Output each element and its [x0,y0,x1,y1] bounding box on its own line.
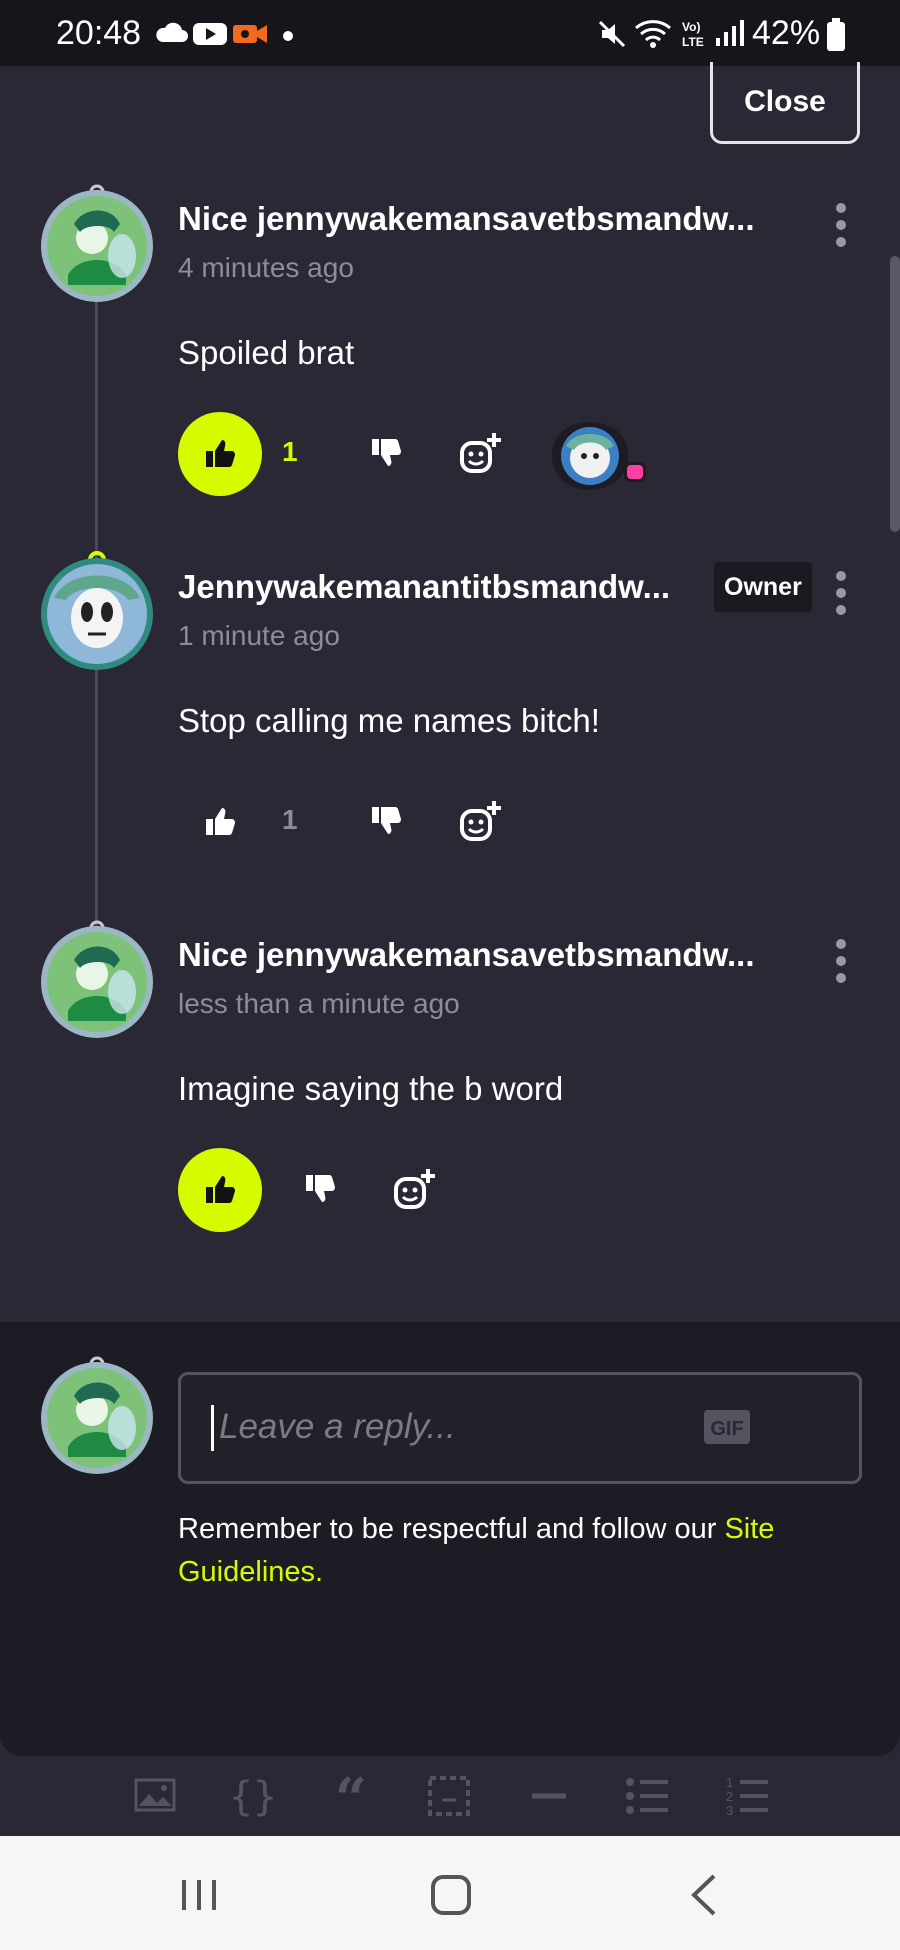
like-button[interactable] [178,780,262,864]
screen-recorder-icon [233,25,267,43]
code-braces-icon[interactable]: {} [228,1774,278,1818]
quote-icon[interactable]: “ [326,1774,376,1818]
guidelines-suffix: . [315,1556,324,1588]
add-reaction-icon[interactable] [390,1165,440,1215]
text-caret [211,1405,214,1451]
wifi-icon [635,20,671,48]
comment-author[interactable]: Nice jennywakemansavetbsmandw... [178,200,755,238]
thread-line [95,668,98,926]
svg-text:{}: {} [229,1774,277,1818]
current-user-avatar [41,1356,153,1474]
thumbs-up-icon [206,1176,235,1203]
mute-icon [598,20,626,48]
status-bar: 20:48 Vo) LTE 42% [0,0,900,66]
svg-text:3: 3 [726,1803,733,1818]
more-options-icon[interactable] [826,568,856,618]
back-icon[interactable] [680,1870,730,1920]
user-avatar[interactable] [38,548,156,678]
like-count: 1 [282,436,298,467]
thumbs-down-icon[interactable] [298,1165,348,1215]
svg-text:2: 2 [726,1789,733,1804]
thumbs-down-icon[interactable] [364,429,414,479]
comment-body: Spoiled brat [178,334,355,371]
youtube-icon [193,23,227,45]
gif-label: GIF [710,1418,743,1440]
gif-button[interactable]: GIF [703,1409,751,1445]
comment-time: 1 minute ago [178,620,340,651]
comment-body: Imagine saying the b word [178,1070,564,1107]
more-options-icon[interactable] [826,936,856,986]
home-icon[interactable] [426,1870,476,1920]
spoiler-icon[interactable] [424,1774,474,1818]
comment-author[interactable]: Nice jennywakemansavetbsmandw... [178,936,755,974]
system-nav-bar [0,1836,900,1950]
svg-text:Vo): Vo) [682,20,700,34]
reply-placeholder: Leave a reply... [219,1407,456,1446]
reply-panel: Leave a reply... GIF Remember to be resp… [0,1322,900,1756]
comment-time: less than a minute ago [178,988,460,1019]
like-button[interactable] [178,412,262,496]
recent-apps-icon[interactable] [174,1870,224,1920]
svg-text:“: “ [335,1774,367,1818]
cloud-icon [156,22,188,42]
image-icon[interactable] [130,1774,180,1818]
reaction-avatar[interactable] [546,418,650,494]
like-count: 1 [282,804,298,835]
user-avatar[interactable] [38,180,156,310]
guidelines-prefix: Remember to be respectful and follow our [178,1513,725,1545]
signal-icon [716,20,744,46]
numbered-list-icon[interactable]: 123 [722,1774,772,1818]
volte-icon: Vo)LTE [682,20,704,48]
thumbs-up-icon [206,808,235,835]
add-reaction-icon[interactable] [456,429,506,479]
close-button[interactable]: Close [710,62,860,144]
comment-author[interactable]: Jennywakemanantitbsmandw... [178,568,670,606]
status-time: 20:48 [56,14,142,52]
thumbs-down-icon[interactable] [364,797,414,847]
more-options-icon[interactable] [826,200,856,250]
guidelines-note: Remember to be respectful and follow our… [178,1508,858,1594]
thumbs-up-icon [206,440,235,467]
battery-percent: 42% [752,14,821,52]
horizontal-rule-icon[interactable] [524,1774,574,1818]
comment-time: 4 minutes ago [178,252,354,283]
reply-input[interactable]: Leave a reply... GIF [178,1372,862,1484]
user-avatar[interactable] [38,916,156,1046]
like-button[interactable] [178,1148,262,1232]
svg-text:1: 1 [726,1775,733,1790]
comment-body: Stop calling me names bitch! [178,702,600,739]
scrollbar[interactable] [890,256,900,532]
bullet-list-icon[interactable] [622,1774,672,1818]
battery-icon [827,18,845,51]
owner-badge: Owner [714,562,812,612]
dot-icon [283,31,293,41]
thread-line [95,300,98,558]
svg-text:LTE: LTE [682,35,704,48]
format-toolbar: {} “ 123 [0,1756,900,1836]
add-reaction-icon[interactable] [456,797,506,847]
